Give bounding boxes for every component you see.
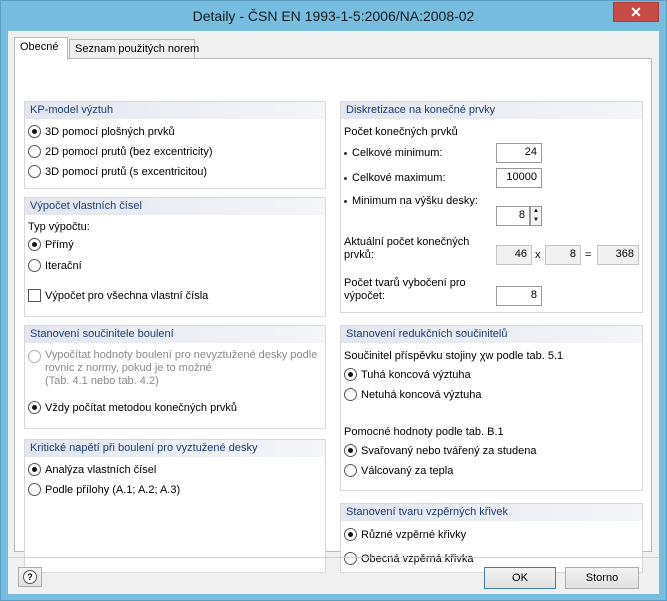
option-line: Vypočítat hodnoty boulení pro nevyztužen… (45, 349, 318, 361)
option-line: (Tab. 4.1 nebo tab. 4.2) (45, 375, 159, 387)
radio-label: 3D pomocí plošných prvků (45, 125, 175, 138)
group-discretization: Diskretizace na konečné prvky Počet kone… (340, 101, 643, 313)
group-title: Výpočet vlastních čísel (25, 198, 325, 215)
current-count-label: Aktuální počet konečných (344, 236, 470, 248)
radio-label: 3D pomocí prutů (s excentricitou) (45, 165, 208, 178)
radio-label: Obecná vzpěrná křivka (361, 552, 474, 565)
radio-button[interactable] (28, 259, 41, 272)
radio-label: Přímý (45, 238, 74, 251)
radio-row[interactable]: Analýza vlastních čísel (28, 463, 156, 476)
radio-row[interactable]: Tuhá koncová výztuha (344, 368, 471, 381)
radio-label: Analýza vlastních čísel (45, 463, 157, 476)
group-buckling-curves: Stanovení tvaru vzpěrných křivek Různé v… (340, 503, 643, 573)
radio-row-disabled: Vypočítat hodnoty boulení pro nevyztužen… (28, 349, 317, 388)
modes-label: Počet tvarů vybočení pro (344, 277, 466, 289)
current-count-a: 46 (496, 245, 532, 265)
calc-type-label: Typ výpočtu: (28, 221, 90, 233)
radio-row[interactable]: Svařovaný nebo tvářený za studena (344, 444, 537, 457)
radio-label: Iterační (45, 259, 82, 272)
group-reduction-factors: Stanovení redukčních součinitelů Součini… (340, 325, 643, 491)
equals-sign: = (585, 249, 592, 261)
radio-button[interactable] (344, 464, 357, 477)
radio-label: Různé vzpěrné křivky (361, 528, 467, 541)
radio-row[interactable]: 3D pomocí plošných prvků (28, 125, 175, 138)
radio-button[interactable] (28, 401, 41, 414)
ok-button[interactable]: OK (484, 567, 556, 589)
current-count-label-2: prvků: (344, 249, 374, 261)
radio-button[interactable] (28, 238, 41, 251)
tab-general[interactable]: Obecné (14, 37, 68, 60)
radio-button (28, 350, 41, 363)
radio-button[interactable] (28, 145, 41, 158)
radio-button[interactable] (28, 125, 41, 138)
radio-button[interactable] (344, 528, 357, 541)
title-bar: Detaily - ČSN EN 1993-1-5:2006/NA:2008-0… (1, 1, 666, 31)
group-eigenvalue-calc: Výpočet vlastních čísel Typ výpočtu: Pří… (24, 197, 326, 317)
group-title: Stanovení součinitele boulení (25, 326, 325, 343)
group-stiffener-model: KP-model výztuh 3D pomocí plošných prvků… (24, 101, 326, 189)
radio-label: Tuhá koncová výztuha (361, 368, 471, 381)
min-total-label: Celkové minimum: (344, 147, 442, 159)
group-title: Stanovení redukčních součinitelů (341, 326, 642, 343)
fe-count-label: Počet konečných prvků (344, 126, 458, 138)
dialog-client: Obecné Seznam použitých norem KP-model v… (8, 31, 659, 594)
checkbox-label: Výpočet pro všechna vlastní čísla (45, 289, 209, 302)
min-total-input[interactable]: 24 (496, 143, 542, 163)
radio-label: Vždy počítat metodou konečných prvků (45, 401, 237, 414)
group-buckling-factor: Stanovení součinitele boulení Vypočítat … (24, 325, 326, 429)
dialog-window: Detaily - ČSN EN 1993-1-5:2006/NA:2008-0… (0, 0, 667, 601)
window-title: Detaily - ČSN EN 1993-1-5:2006/NA:2008-0… (192, 8, 475, 24)
cancel-button[interactable]: Storno (565, 567, 639, 589)
help-icon: ? (23, 570, 37, 584)
current-count-total: 368 (597, 245, 639, 265)
radio-row[interactable]: 3D pomocí prutů (s excentricitou) (28, 165, 207, 178)
radio-label: Válcovaný za tepla (361, 464, 454, 477)
group-title: Diskretizace na konečné prvky (341, 102, 642, 119)
radio-row[interactable]: 2D pomocí prutů (bez excentricity) (28, 145, 213, 158)
close-button[interactable]: ✕ (613, 2, 659, 22)
tab-panel: KP-model výztuh 3D pomocí plošných prvků… (14, 58, 652, 573)
checkbox-row[interactable]: Výpočet pro všechna vlastní čísla (28, 289, 208, 302)
help-button[interactable]: ? (18, 567, 42, 587)
option-line: rovnic z normy, pokud je to možné (45, 362, 212, 374)
radio-label: 2D pomocí prutů (bez excentricity) (45, 145, 213, 158)
checkbox[interactable] (28, 289, 41, 302)
radio-button[interactable] (344, 368, 357, 381)
radio-label: Svařovaný nebo tvářený za studena (361, 444, 537, 457)
radio-row[interactable]: Přímý (28, 238, 74, 251)
radio-label: Podle přílohy (A.1; A.2; A.3) (45, 483, 181, 496)
min-height-spinner[interactable]: ▲ ▼ (530, 206, 542, 226)
radio-label: Netuhá koncová výztuha (361, 388, 482, 401)
radio-button[interactable] (28, 463, 41, 476)
group-title: KP-model výztuh (25, 102, 325, 119)
footer-separator (8, 557, 659, 558)
radio-button[interactable] (344, 388, 357, 401)
radio-row[interactable]: Podle přílohy (A.1; A.2; A.3) (28, 483, 180, 496)
radio-button[interactable] (344, 552, 357, 565)
current-count-b: 8 (545, 245, 581, 265)
group-title: Kritické napětí při boulení pro vyztužen… (25, 440, 325, 457)
radio-row[interactable]: Různé vzpěrné křivky (344, 528, 466, 541)
radio-button[interactable] (344, 444, 357, 457)
radio-row[interactable]: Vždy počítat metodou konečných prvků (28, 401, 237, 414)
radio-row[interactable]: Válcovaný za tepla (344, 464, 453, 477)
max-total-label: Celkové maximum: (344, 172, 446, 184)
min-height-input[interactable]: 8 (496, 206, 530, 226)
group-title: Stanovení tvaru vzpěrných křivek (341, 504, 642, 521)
radio-row[interactable]: Obecná vzpěrná křivka (344, 552, 474, 565)
radio-row[interactable]: Netuhá koncová výztuha (344, 388, 481, 401)
radio-row[interactable]: Iterační (28, 259, 82, 272)
aux-values-label: Pomocné hodnoty podle tab. B.1 (344, 426, 504, 438)
max-total-input[interactable]: 10000 (496, 168, 542, 188)
modes-input[interactable]: 8 (496, 286, 542, 306)
times-sign: x (535, 249, 541, 261)
group-critical-stress: Kritické napětí při boulení pro vyztužen… (24, 439, 326, 573)
min-height-label: Minimum na výšku desky: (344, 195, 478, 207)
radio-button[interactable] (28, 483, 41, 496)
tab-standards-list[interactable]: Seznam použitých norem (69, 39, 199, 59)
modes-label-2: výpočet: (344, 290, 385, 302)
radio-button[interactable] (28, 165, 41, 178)
web-contribution-label: Součinitel příspěvku stojiny χw podle ta… (344, 350, 564, 362)
